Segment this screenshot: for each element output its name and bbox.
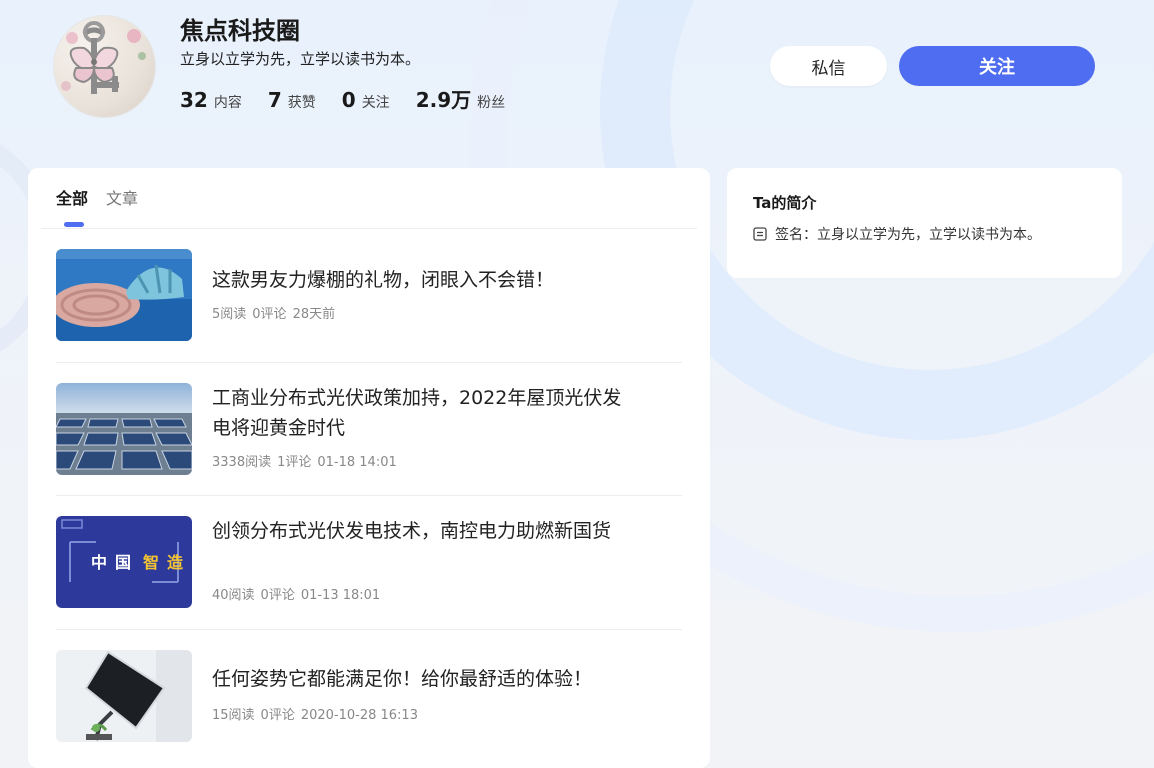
article-comments: 0评论 <box>260 588 295 603</box>
profile-stats: 32 内容 7 获赞 0 关注 2.9万 粉丝 <box>180 84 531 113</box>
article-time: 2020-10-28 16:13 <box>300 708 418 723</box>
article-time: 01-13 18:01 <box>300 588 381 603</box>
signature-text: 签名：立身以立学为先，立学以读书为本。 <box>775 227 1041 243</box>
banner-char: 中 <box>91 553 107 572</box>
stat-likes: 7 获赞 <box>268 88 316 112</box>
article-reads: 5阅读 <box>212 307 247 322</box>
article-meta: 15阅读 0评论 2020-10-28 16:13 <box>212 704 424 723</box>
stat-label: 获赞 <box>287 95 316 111</box>
stat-label: 关注 <box>361 95 390 111</box>
stat-content[interactable]: 32 内容 <box>180 88 242 112</box>
banner-char: 国 <box>115 553 131 572</box>
content-tabs: 全部 文章 <box>56 186 156 227</box>
document-icon <box>753 227 767 241</box>
article-thumbnail[interactable] <box>56 249 192 341</box>
article-thumbnail[interactable]: 中 国 智 造 <box>56 516 192 608</box>
article-comments: 0评论 <box>252 307 287 322</box>
profile-motto: 立身以立学为先，立学以读书为本。 <box>180 50 421 68</box>
article-reads: 40阅读 <box>212 588 255 603</box>
article-item[interactable]: 中 国 智 造 创领分布式光伏发电技术，南控电力助燃新国货 40阅读 0评论 01-… <box>56 516 682 608</box>
stat-value: 2.9万 <box>415 88 472 112</box>
follow-button[interactable]: 关注 <box>899 46 1095 86</box>
banner-char: 造 <box>167 553 184 572</box>
article-meta: 40阅读 0评论 01-13 18:01 <box>212 584 386 603</box>
article-title[interactable]: 创领分布式光伏发电技术，南控电力助燃新国货 <box>212 516 632 546</box>
made-in-china-banner: 中 国 智 造 <box>56 516 192 608</box>
profile-name: 焦点科技圈 <box>180 17 300 45</box>
list-divider <box>56 495 682 496</box>
intro-signature: 签名：立身以立学为先，立学以读书为本。 <box>753 224 1041 244</box>
stat-label: 粉丝 <box>477 95 506 111</box>
article-meta: 5阅读 0评论 28天前 <box>212 303 341 322</box>
article-reads: 3338阅读 <box>212 455 272 470</box>
article-time: 28天前 <box>292 307 336 322</box>
helmet-rope-photo <box>56 249 192 341</box>
article-item[interactable]: 任何姿势它都能满足你！给你最舒适的体验！ 15阅读 0评论 2020-10-28 1… <box>56 650 682 742</box>
stat-following[interactable]: 0 关注 <box>342 88 390 112</box>
solar-panels-photo <box>56 383 192 475</box>
tab-articles[interactable]: 文章 <box>106 186 138 212</box>
tab-all[interactable]: 全部 <box>56 186 88 227</box>
article-comments: 0评论 <box>260 708 295 723</box>
stat-value: 32 <box>180 88 208 112</box>
intro-card: Ta的简介 签名：立身以立学为先，立学以读书为本。 <box>727 168 1122 278</box>
article-meta: 3338阅读 1评论 01-18 14:01 <box>212 451 403 470</box>
stat-followers[interactable]: 2.9万 粉丝 <box>416 84 505 113</box>
article-comments: 1评论 <box>277 455 312 470</box>
stat-label: 内容 <box>213 95 242 111</box>
monitor-arm-photo <box>56 650 192 742</box>
article-title[interactable]: 这款男友力爆棚的礼物，闭眼入不会错！ <box>212 265 632 295</box>
banner-char: 智 <box>143 553 159 572</box>
article-title[interactable]: 工商业分布式光伏政策加持，2022年屋顶光伏发电将迎黄金时代 <box>212 383 632 443</box>
article-item[interactable]: 工商业分布式光伏政策加持，2022年屋顶光伏发电将迎黄金时代 3338阅读 1评论… <box>56 383 682 475</box>
key-butterfly-avatar-image <box>61 21 146 94</box>
avatar[interactable] <box>54 16 155 117</box>
article-reads: 15阅读 <box>212 708 255 723</box>
tab-divider <box>41 228 697 229</box>
article-item[interactable]: 这款男友力爆棚的礼物，闭眼入不会错！ 5阅读 0评论 28天前 <box>56 249 682 341</box>
list-divider <box>56 629 682 630</box>
article-thumbnail[interactable] <box>56 650 192 742</box>
article-time: 01-18 14:01 <box>317 455 397 470</box>
intro-title: Ta的简介 <box>753 194 817 212</box>
article-thumbnail[interactable] <box>56 383 192 475</box>
list-divider <box>56 362 682 363</box>
stat-value: 0 <box>341 88 356 112</box>
article-title[interactable]: 任何姿势它都能满足你！给你最舒适的体验！ <box>212 664 632 694</box>
stat-value: 7 <box>267 88 282 112</box>
content-card: 全部 文章 这款男友力爆棚的礼物，闭眼入不会错！ 5阅读 0评论 28天前 工商… <box>28 168 710 768</box>
message-button[interactable]: 私信 <box>770 46 887 86</box>
